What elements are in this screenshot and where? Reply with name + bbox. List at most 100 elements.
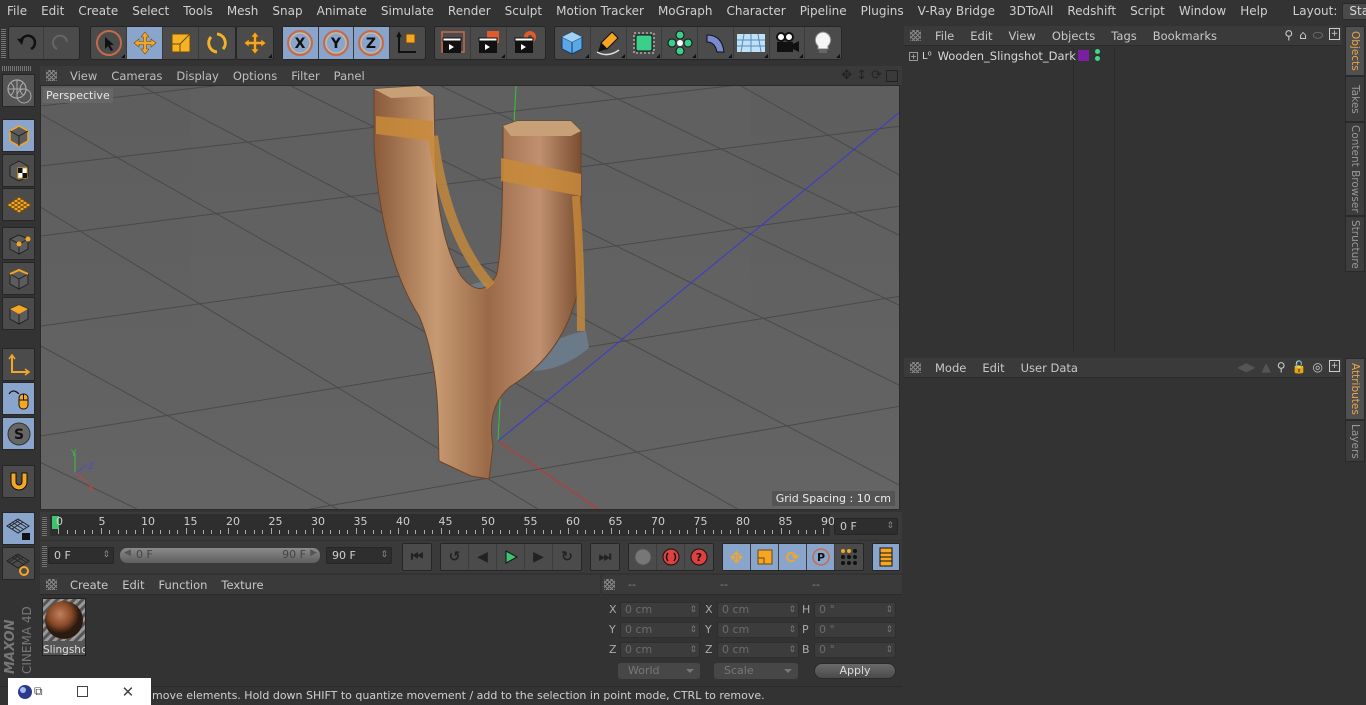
end-frame-field[interactable]: 90 F [326,547,392,564]
scale-tool-button[interactable] [163,27,199,59]
goto-end-button[interactable]: ⏭ [591,544,619,570]
model-mode-button[interactable] [2,119,35,152]
attributes-menu-edit[interactable]: Edit [974,361,1012,375]
menu-animate[interactable]: Animate [310,4,374,18]
object-row[interactable]: + L⁰ Wooden_Slingshot_Dark [904,47,1342,65]
tab-structure[interactable]: Structure [1345,216,1365,272]
left-toolbar-grip[interactable] [2,66,32,71]
key-rotation-button[interactable]: ⟳ [779,544,807,570]
up-arrow-icon[interactable]: ▲ [1262,360,1271,374]
key-scale-button[interactable] [751,544,779,570]
objects-menu-objects[interactable]: Objects [1044,29,1103,43]
tweak-mode-button[interactable] [2,382,35,415]
viewport-menu-display[interactable]: Display [169,69,225,83]
previous-frame-button[interactable]: ◀ [469,544,497,570]
pen-button[interactable] [591,27,627,59]
frame-ruler[interactable]: 0 5 10 15 20 25 30 35 40 45 50 55 60 65 70 75 80 85 90 [50,514,835,536]
floor-button[interactable] [734,27,770,59]
apply-button[interactable]: Apply [814,663,896,679]
menu-window[interactable]: Window [1172,4,1233,18]
material-menu-create[interactable]: Create [63,578,115,592]
z-axis-button[interactable]: Z [354,27,390,59]
last-tool-button[interactable] [237,27,273,59]
polygons-mode-button[interactable] [2,297,35,330]
position-field[interactable]: 0 cm [620,622,700,638]
panel-grip-icon[interactable] [910,362,921,373]
previous-key-button[interactable]: ↺ [441,544,469,570]
viewport-menu-options[interactable]: Options [226,69,284,83]
eye-icon[interactable]: ⬭ [1313,28,1323,43]
restore-icon[interactable]: ⧉ [34,684,43,699]
points-mode-button[interactable] [2,227,35,260]
motion-path-button[interactable] [629,544,657,570]
panel-grip-icon[interactable] [46,579,57,590]
menu-mograph[interactable]: MoGraph [651,4,720,18]
redo-button[interactable] [44,27,79,59]
material-menu-edit[interactable]: Edit [115,578,151,592]
back-arrow-icon[interactable]: ◀▶ [1237,360,1255,374]
close-icon[interactable]: ✕ [122,683,135,701]
material-menu-texture[interactable]: Texture [214,578,270,592]
search-icon[interactable]: ⚲ [1277,360,1286,374]
menu-redshift[interactable]: Redshift [1060,4,1123,18]
render-settings-button[interactable] [507,27,543,59]
render-view-button[interactable] [435,27,471,59]
menu-simulate[interactable]: Simulate [374,4,441,18]
cloner-button[interactable] [662,27,698,59]
start-frame-field[interactable]: 0 F [48,547,114,564]
render-visibility-dot[interactable] [1095,56,1100,61]
y-axis-button[interactable]: Y [318,27,354,59]
new-panel-icon[interactable]: + [1329,360,1340,372]
3d-viewport[interactable]: Y Z X Perspective Grid Spacing : 10 cm [40,85,900,510]
menu-render[interactable]: Render [441,4,498,18]
frame-range-slider[interactable]: ◀ 0 F 90 F ▶ [120,548,320,563]
rotate-view-icon[interactable]: ⟳ [871,68,882,83]
size-field[interactable]: 0 cm [717,602,799,618]
key-pla-button[interactable] [835,544,863,570]
tab-layers[interactable]: Layers [1345,420,1365,462]
expand-icon[interactable]: + [909,51,918,61]
menu-motion-tracker[interactable]: Motion Tracker [549,4,651,18]
tab-content-browser[interactable]: Content Browser [1345,122,1365,216]
rotation-field[interactable]: 0 ° [814,602,896,618]
render-to-picture-viewer-button[interactable] [471,27,507,59]
rotation-field[interactable]: 0 ° [814,622,896,638]
record-button[interactable] [657,544,685,570]
panel-grip-icon[interactable] [46,70,57,81]
snap-button[interactable]: S [2,417,35,450]
tab-takes[interactable]: Takes [1345,76,1365,122]
viewport-menu-panel[interactable]: Panel [327,69,372,83]
workplane-align-button[interactable] [2,547,35,580]
make-editable-button[interactable] [2,74,35,107]
coordinate-system-button[interactable] [390,27,425,59]
material-swatch[interactable]: Slingshc [42,598,86,656]
objects-menu-view[interactable]: View [1001,29,1044,43]
cube-button[interactable] [555,27,591,59]
editor-visibility-dot[interactable] [1095,49,1100,54]
coordinate-space-select[interactable]: World [618,663,700,679]
timeline-window-button[interactable] [873,544,899,570]
menu-create[interactable]: Create [71,4,125,18]
object-name[interactable]: Wooden_Slingshot_Dark [938,49,1076,63]
new-panel-icon[interactable]: + [1329,28,1340,40]
layer-color-swatch[interactable] [1078,50,1089,61]
menu-snap[interactable]: Snap [265,4,309,18]
position-field[interactable]: 0 cm [620,602,700,618]
panel-grip-icon[interactable] [604,579,615,590]
menu-plugins[interactable]: Plugins [854,4,911,18]
tab-attributes[interactable]: Attributes [1345,358,1365,420]
next-frame-button[interactable]: ▶ [525,544,553,570]
edges-mode-button[interactable] [2,262,35,295]
tab-objects[interactable]: Objects [1345,26,1365,76]
attributes-menu-user-data[interactable]: User Data [1013,361,1086,375]
transport-grip[interactable] [42,545,47,567]
menu-character[interactable]: Character [719,4,792,18]
menu-3dtoall[interactable]: 3DToAll [1002,4,1060,18]
magnet-button[interactable] [2,465,35,498]
menu-help[interactable]: Help [1233,4,1274,18]
light-button[interactable] [805,27,841,59]
objects-menu-tags[interactable]: Tags [1103,29,1144,43]
objects-menu-file[interactable]: File [927,29,962,43]
viewport-menu-filter[interactable]: Filter [284,69,326,83]
toggle-layout-icon[interactable] [886,70,898,82]
